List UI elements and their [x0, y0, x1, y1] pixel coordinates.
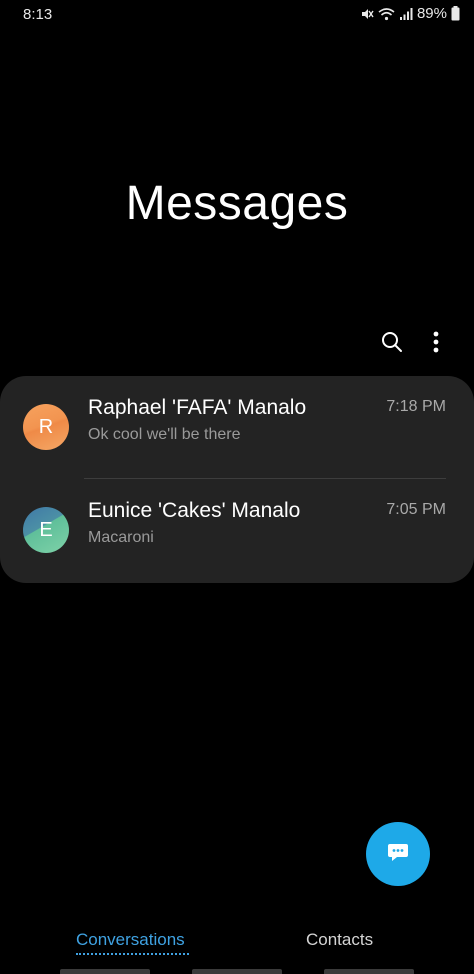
avatar[interactable]: E [23, 507, 69, 553]
compose-message-button[interactable] [366, 822, 430, 886]
tab-conversations[interactable]: Conversations [76, 930, 185, 950]
status-time: 8:13 [23, 6, 53, 23]
wifi-icon [378, 7, 395, 21]
status-icons: 89% [360, 5, 460, 22]
battery-percent: 89% [416, 5, 447, 22]
nav-back-button[interactable] [324, 969, 414, 974]
tab-contacts[interactable]: Contacts [306, 930, 373, 950]
search-button[interactable] [374, 326, 410, 362]
mute-icon [360, 7, 374, 21]
signal-icon [399, 7, 413, 21]
more-options-icon [433, 331, 439, 358]
avatar[interactable]: R [23, 404, 69, 450]
conversation-item[interactable]: E Eunice 'Cakes' Manalo Macaroni 7:05 PM [0, 479, 474, 582]
message-time: 7:05 PM [386, 501, 446, 518]
nav-home-button[interactable] [192, 969, 282, 974]
message-preview: Ok cool we'll be there [88, 426, 241, 443]
page-title: Messages [125, 177, 349, 230]
tab-active-indicator [76, 953, 189, 955]
avatar-initial: E [39, 518, 53, 541]
avatar-initial: R [38, 415, 54, 438]
message-preview: Macaroni [88, 529, 154, 546]
conversation-list: R Raphael 'FAFA' Manalo Ok cool we'll be… [0, 376, 474, 583]
compose-message-icon [386, 840, 410, 869]
status-bar: 8:13 89% [0, 0, 474, 30]
search-icon [381, 331, 403, 358]
more-options-button[interactable] [418, 326, 454, 362]
contact-name: Eunice 'Cakes' Manalo [88, 499, 301, 522]
contact-name: Raphael 'FAFA' Manalo [88, 396, 307, 419]
conversation-item[interactable]: R Raphael 'FAFA' Manalo Ok cool we'll be… [0, 376, 474, 479]
nav-recents-button[interactable] [60, 969, 150, 974]
message-time: 7:18 PM [386, 398, 446, 415]
battery-icon [451, 6, 460, 21]
